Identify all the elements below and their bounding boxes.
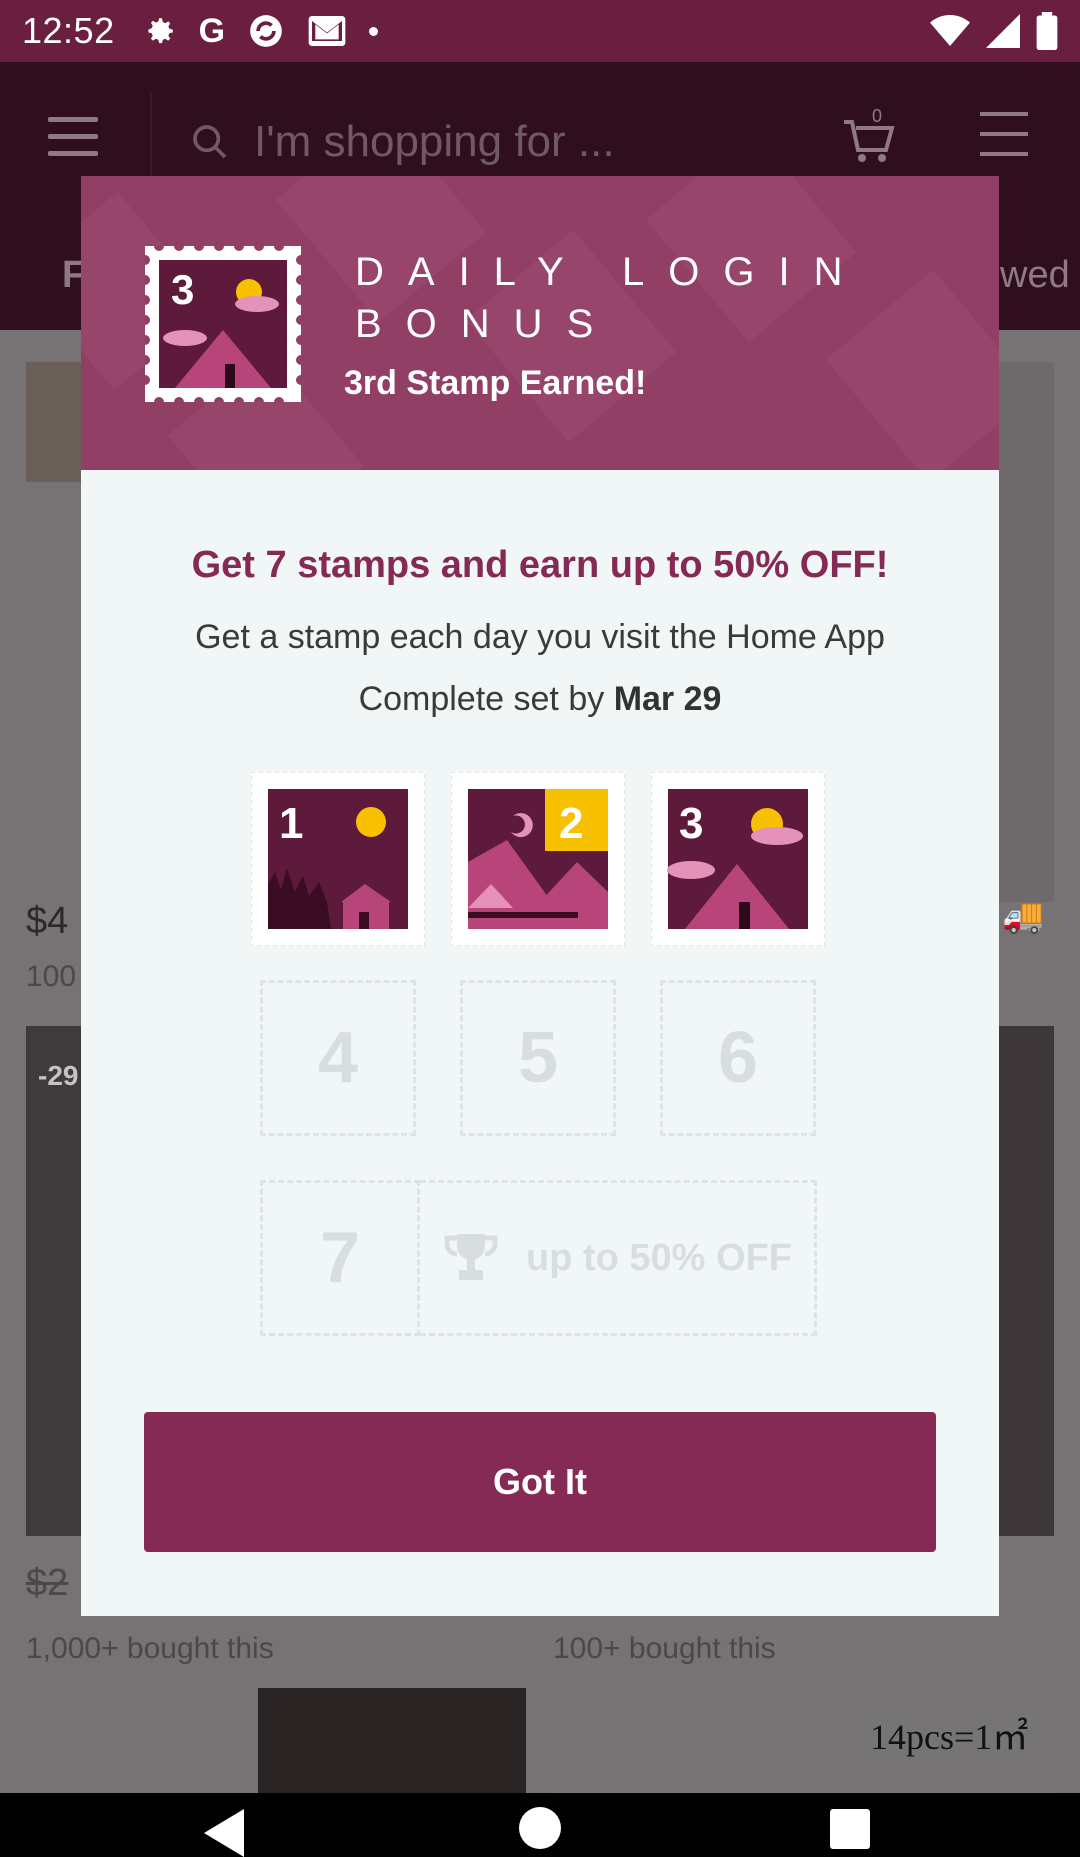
stamp-slot-6: 6: [660, 980, 816, 1136]
got-it-button[interactable]: Got It: [144, 1412, 936, 1552]
search-placeholder: I'm shopping for ...: [254, 117, 615, 166]
cart-icon: 0: [844, 106, 895, 162]
dot-icon: [369, 26, 379, 36]
stamp-day-3: 3: [651, 772, 825, 946]
stamp-slot-7: 7: [260, 1180, 420, 1336]
stamp-slot-4: 4: [260, 980, 416, 1136]
wifi-icon: [930, 15, 970, 46]
trophy-icon: [444, 1234, 498, 1280]
dialog-title: DAILY LOGIN BONUS: [355, 250, 867, 346]
reward-slot: up to 50% OFF: [420, 1180, 817, 1336]
signal-icon: [986, 14, 1020, 48]
stamp-day-1-number: 1: [279, 799, 303, 848]
product-price: $4: [26, 900, 69, 942]
deadline-date: Mar 29: [613, 680, 722, 718]
stamp-day-3-number: 3: [679, 799, 703, 848]
cart-count: 0: [872, 106, 882, 126]
notification-icons: G: [143, 12, 379, 50]
back-icon[interactable]: [204, 1809, 244, 1857]
product-image[interactable]: [998, 362, 1054, 902]
sync-icon: [250, 15, 282, 47]
header-stamp-number: 3: [171, 266, 194, 313]
home-icon[interactable]: [519, 1807, 561, 1849]
tab-fragment-right[interactable]: wed: [1000, 254, 1070, 297]
product-image[interactable]: [258, 1688, 526, 1793]
stamp-day-2-number: 2: [559, 799, 583, 848]
deadline-prefix: Complete set by: [358, 680, 614, 718]
battery-icon: [1036, 12, 1058, 50]
product-image[interactable]: [26, 1026, 82, 1536]
product-tile-label: 14pcs=1㎡: [870, 1717, 1029, 1757]
dialog-subtitle: 3rd Stamp Earned!: [344, 364, 647, 402]
stamp-slot-5: 5: [460, 980, 616, 1136]
cart-button[interactable]: 0: [840, 106, 896, 173]
status-time: 12:52: [22, 10, 115, 51]
product-bought-count: 100: [26, 960, 77, 993]
recents-icon[interactable]: [830, 1809, 870, 1849]
promo-description: Get a stamp each day you visit the Home …: [195, 618, 885, 656]
product-image[interactable]: [998, 1026, 1054, 1536]
header-stamp-icon: 3: [145, 246, 301, 402]
google-icon: G: [198, 12, 226, 50]
daily-login-bonus-dialog: 3 DAILY LOGIN BONUS 3rd Stamp Earned! Ge…: [81, 176, 999, 1616]
product-bought-count: 1,000+ bought this: [26, 1632, 274, 1665]
menu-icon[interactable]: [48, 117, 98, 168]
product-bought-count: 100+ bought this: [553, 1632, 776, 1665]
status-bar: 12:52 G: [0, 0, 1080, 62]
gmail-icon: [308, 16, 346, 46]
promo-headline: Get 7 stamps and earn up to 50% OFF!: [191, 544, 889, 586]
discount-badge: -29: [38, 1060, 79, 1091]
gear-icon: [147, 18, 173, 44]
truck-icon: 🚚: [1002, 897, 1045, 935]
product-price: $2: [26, 1562, 69, 1604]
reward-text: up to 50% OFF: [526, 1236, 792, 1279]
product-image[interactable]: [26, 362, 82, 482]
search-icon: [193, 125, 227, 159]
dialog-header: 3 DAILY LOGIN BONUS 3rd Stamp Earned!: [81, 176, 999, 470]
navigation-bar: [0, 1793, 1080, 1857]
filter-icon[interactable]: [980, 112, 1028, 172]
promo-deadline: Complete set by Mar 29: [81, 680, 999, 719]
stamp-day-1: 1: [251, 772, 425, 946]
stamp-day-2: 2: [451, 772, 625, 946]
